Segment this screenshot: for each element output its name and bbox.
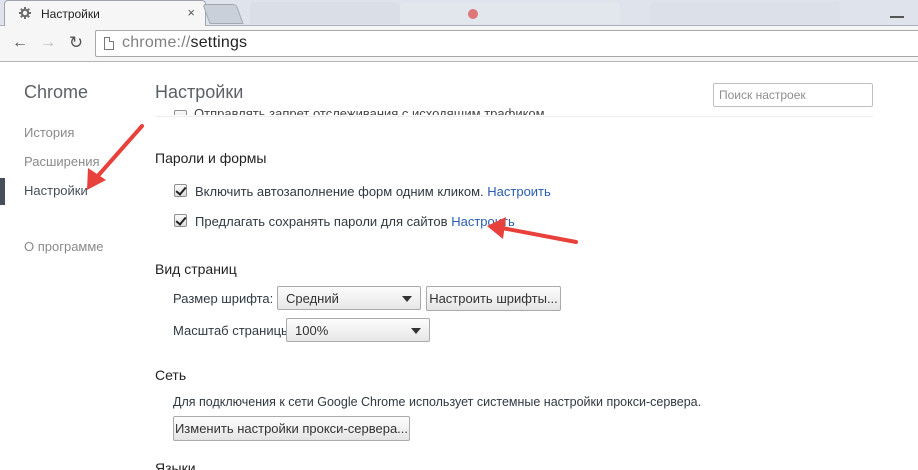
reload-icon[interactable]: ↻ (66, 33, 86, 53)
section-title-appearance: Вид страниц (155, 261, 237, 277)
sidebar-item-settings[interactable]: Настройки (24, 183, 88, 198)
section-title-languages: Языки (155, 460, 196, 470)
save-passwords-row: Предлагать сохранять пароли для сайтов Н… (195, 214, 515, 229)
address-bar[interactable]: chrome://settings (95, 30, 918, 57)
autofill-row: Включить автозаполнение форм одним клико… (195, 184, 551, 199)
save-passwords-checkbox[interactable] (174, 214, 187, 227)
sidebar-brand: Chrome (24, 82, 89, 102)
tab-favicon (468, 9, 478, 19)
page-zoom-select[interactable]: 100% (286, 318, 430, 342)
url-path: settings (190, 34, 248, 51)
tab-title: Настройки (41, 7, 100, 21)
sidebar-item-extensions[interactable]: Расширения (24, 154, 100, 169)
sidebar-item-history[interactable]: История (24, 125, 74, 140)
autofill-checkbox[interactable] (174, 184, 187, 197)
tab-strip: Настройки × (0, 0, 918, 27)
url-text[interactable]: chrome://settings (122, 34, 247, 52)
minimize-window-button[interactable] (890, 8, 904, 18)
gear-icon (19, 7, 31, 19)
customize-fonts-button[interactable]: Настроить шрифты... (426, 286, 561, 311)
autofill-settings-link[interactable]: Настроить (487, 184, 551, 199)
change-proxy-settings-button[interactable]: Изменить настройки прокси-сервера... (173, 416, 410, 441)
close-tab-icon[interactable]: × (187, 6, 195, 20)
do-not-track-checkbox[interactable] (174, 110, 187, 115)
section-title-passwords: Пароли и формы (155, 150, 267, 166)
section-title-network: Сеть (155, 367, 187, 383)
page-icon (104, 37, 114, 50)
font-size-label: Размер шрифта: (173, 291, 274, 306)
background-tab[interactable] (650, 2, 840, 24)
save-passwords-label: Предлагать сохранять пароли для сайтов (195, 214, 448, 229)
manage-passwords-link[interactable]: Настроить (451, 214, 515, 229)
font-size-value: Средний (286, 291, 339, 306)
header-divider (155, 116, 873, 117)
autofill-label: Включить автозаполнение форм одним клико… (195, 184, 484, 199)
new-tab-button[interactable] (202, 4, 244, 24)
chevron-down-icon (402, 296, 412, 302)
settings-sidebar: Chrome История Расширения Настройки О пр… (0, 63, 140, 470)
section-title-languages-cut: Языки (155, 460, 215, 470)
browser-toolbar: ← → ↻ chrome://settings (0, 26, 918, 62)
tab-settings[interactable]: Настройки × (4, 0, 206, 27)
forward-arrow-icon[interactable]: → (38, 33, 58, 53)
do-not-track-label: Отправлять запрет отслеживания с исходящ… (194, 106, 545, 115)
url-scheme: chrome:// (122, 34, 191, 51)
cut-off-row: Отправлять запрет отслеживания с исходящ… (174, 103, 574, 115)
page-zoom-value: 100% (295, 323, 329, 338)
background-tab[interactable] (400, 2, 620, 24)
chevron-down-icon (411, 328, 421, 334)
background-tab[interactable] (250, 2, 400, 24)
proxy-description: Для подключения к сети Google Chrome исп… (173, 395, 702, 409)
zoom-label: Масштаб страницы: (173, 323, 294, 338)
page-title: Настройки (155, 82, 244, 102)
back-arrow-icon[interactable]: ← (10, 33, 30, 53)
search-settings-input[interactable] (713, 83, 873, 107)
sidebar-item-about[interactable]: О программе (24, 239, 104, 254)
selected-item-marker (0, 178, 5, 205)
font-size-select[interactable]: Средний (277, 286, 421, 310)
